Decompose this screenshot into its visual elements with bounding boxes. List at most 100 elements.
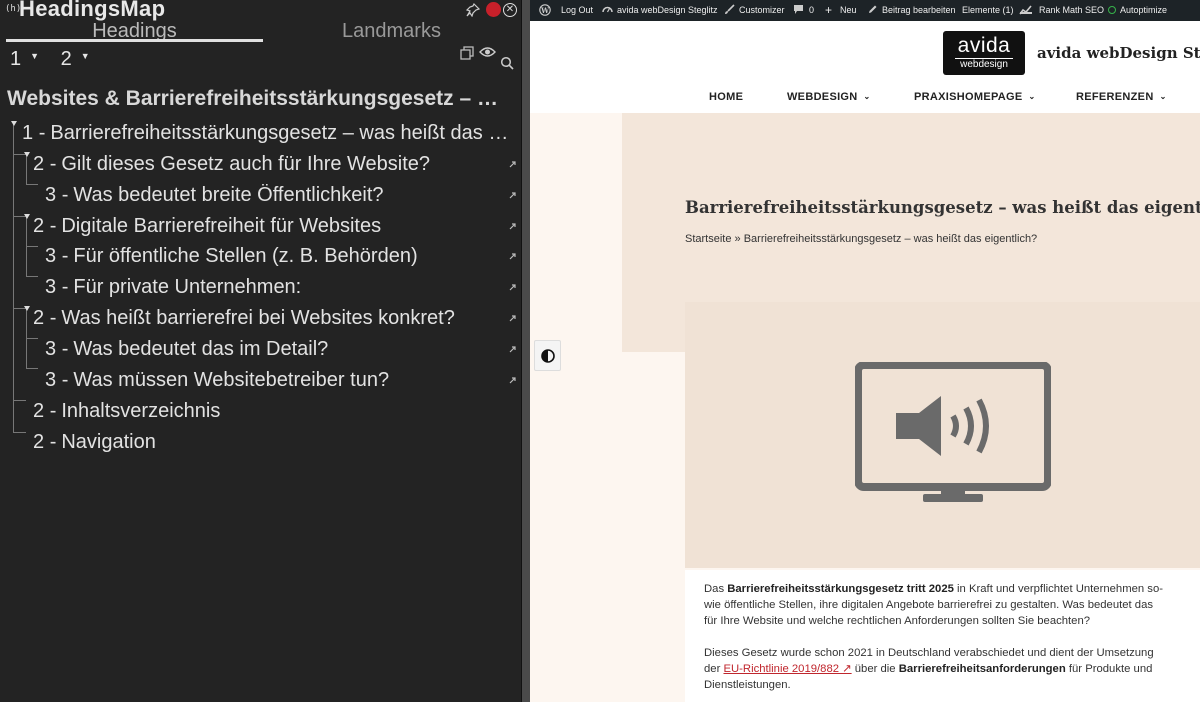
nav-item-webdesign[interactable]: WEBDESIGN ⌄	[787, 91, 871, 103]
article-title: Barrierefreiheitsstärkungsgesetz – was h…	[685, 198, 1200, 217]
caret-down-icon: ▼	[30, 51, 40, 61]
heading-text: Navigation	[61, 431, 156, 453]
heading-level: 2 -	[33, 400, 57, 422]
nav-item-referenzen[interactable]: REFERENZEN ⌄	[1076, 91, 1167, 103]
heading-level: 3 -	[45, 184, 69, 206]
heading-text: Inhaltsverzeichnis	[61, 400, 221, 422]
link-icon[interactable]	[508, 222, 517, 231]
level-button-label: 2	[60, 48, 72, 70]
heading-item[interactable]: 3 - Was müssen Websitebetreiber tun?	[0, 367, 521, 395]
site-header: avida webdesign avida webDesign Steglitz…	[530, 21, 1200, 113]
heading-item[interactable]: 3 - Für private Unternehmen:	[0, 274, 521, 302]
link-icon[interactable]	[508, 376, 517, 385]
heading-level: 3 -	[45, 276, 69, 298]
headingsmap-titlebar: (h) HeadingsMap ✕	[0, 0, 521, 21]
nav-item-home[interactable]: HOME	[709, 91, 743, 103]
link-icon[interactable]	[508, 314, 517, 323]
comment-icon	[794, 5, 803, 14]
nav-label: HOME	[709, 91, 744, 103]
heading-level: 1 -	[22, 122, 46, 144]
site-link[interactable]: avida webDesign Steglitz	[617, 5, 718, 15]
copy-icon[interactable]	[460, 46, 474, 60]
contrast-icon	[541, 349, 555, 363]
heading-level: 2 -	[33, 215, 57, 237]
headingsmap-title: HeadingsMap	[19, 0, 166, 21]
heading-item[interactable]: 3 - Was bedeutet das im Detail?	[0, 336, 521, 364]
second-paragraph: Dieses Gesetz wurde schon 2021 in Deutsc…	[704, 647, 1154, 691]
status-dot-icon	[1108, 6, 1116, 14]
speaker-monitor-icon	[855, 362, 1051, 502]
heading-item[interactable]: 2 - Inhaltsverzeichnis	[0, 398, 521, 426]
breadcrumb[interactable]: Startseite » Barrierefreiheitsstärkungsg…	[685, 233, 1037, 245]
link-icon[interactable]	[508, 160, 517, 169]
link-icon[interactable]	[508, 191, 517, 200]
svg-text:W: W	[540, 6, 549, 15]
new-link[interactable]: Neu	[840, 5, 857, 15]
level-selector: 1 ▼ 2 ▼	[10, 48, 106, 71]
nav-label: PRAXISHOMEPAGE	[914, 91, 1023, 103]
contrast-toggle-button[interactable]	[534, 340, 561, 371]
customizer-link[interactable]: Customizer	[739, 5, 785, 15]
wp-admin-bar: W Log Out avida webDesign Steglitz Custo…	[530, 0, 1200, 21]
plus-icon: +	[825, 3, 833, 17]
heading-item[interactable]: 3 - Was bedeutet breite Öffentlichkeit?	[0, 182, 521, 210]
heading-text: Was heißt barrierefrei bei Websites konk…	[61, 307, 455, 329]
wordpress-icon[interactable]: W	[539, 4, 551, 16]
heading-text: Was bedeutet das im Detail?	[73, 338, 329, 360]
heading-item[interactable]: 1 - Barrierefreiheitsstärkungsgesetz – wa…	[0, 120, 521, 148]
heading-item[interactable]: 2 - Digitale Barrierefreiheit für Website…	[0, 213, 521, 241]
heading-level: 3 -	[45, 245, 69, 267]
heading-level: 2 -	[33, 153, 57, 175]
heading-text: Was bedeutet breite Öffentlichkeit?	[73, 184, 384, 206]
nav-item-praxishomepage[interactable]: PRAXISHOMEPAGE ⌄	[914, 91, 1036, 103]
pin-icon[interactable]	[466, 3, 480, 17]
eu-directive-link[interactable]: EU-Richtlinie 2019/882 ↗	[723, 663, 851, 675]
rank-math-icon	[1019, 5, 1032, 15]
article-body: Das Barrierefreiheitsstärkungsgesetz tri…	[685, 570, 1200, 702]
intro-paragraph: Das Barrierefreiheitsstärkungsgesetz tri…	[704, 583, 1164, 627]
level-button-1[interactable]: 1 ▼	[10, 48, 47, 70]
tab-headings[interactable]: Headings	[6, 20, 263, 42]
link-icon[interactable]	[508, 252, 517, 261]
logout-link[interactable]: Log Out	[561, 5, 593, 15]
heading-item[interactable]: 2 - Gilt dieses Gesetz auch für Ihre Webs…	[0, 151, 521, 179]
logo-sub-text: webdesign	[955, 58, 1013, 70]
tab-landmarks[interactable]: Landmarks	[263, 20, 520, 42]
eye-icon[interactable]	[479, 46, 496, 58]
heading-item[interactable]: 3 - Für öffentliche Stellen (z. B. Behörd…	[0, 243, 521, 271]
headingsmap-toolbar	[460, 46, 520, 72]
nav-label: WEBDESIGN	[787, 91, 858, 103]
heading-text: Barrierefreiheitsstärkungsgesetz – was h…	[50, 122, 514, 144]
nav-label: REFERENZEN	[1076, 91, 1154, 103]
rank-math-link[interactable]: Rank Math SEO	[1039, 5, 1104, 15]
site-name[interactable]: avida webDesign Steglitz	[1037, 44, 1200, 62]
close-icon[interactable]: ✕	[503, 3, 517, 17]
record-icon[interactable]	[486, 2, 501, 17]
featured-image	[685, 302, 1200, 568]
search-icon[interactable]	[500, 56, 514, 70]
brush-icon	[725, 4, 735, 14]
site-logo[interactable]: avida webdesign	[943, 31, 1025, 75]
heading-item[interactable]: 2 - Navigation	[0, 429, 521, 457]
main-navigation: HOME WEBDESIGN ⌄ PRAXISHOMEPAGE ⌄ REFERENZ…	[530, 91, 1200, 107]
level-button-2[interactable]: 2 ▼	[61, 48, 98, 70]
comments-count[interactable]: 0	[809, 5, 814, 15]
heading-item[interactable]: 2 - Was heißt barrierefrei bei Websites k…	[0, 305, 521, 333]
heading-text: Für private Unternehmen:	[73, 276, 302, 298]
headingsmap-panel: (h) HeadingsMap ✕ Headings Landmarks 1 ▼ …	[0, 0, 522, 702]
elements-link[interactable]: Elemente (1)	[962, 5, 1014, 15]
chevron-down-icon: ⌄	[1028, 92, 1036, 101]
edit-post-link[interactable]: Beitrag bearbeiten	[882, 5, 956, 15]
link-icon[interactable]	[508, 283, 517, 292]
heading-level: 2 -	[33, 307, 57, 329]
link-icon[interactable]	[508, 345, 517, 354]
heading-text: Für öffentliche Stellen (z. B. Behörden)	[73, 245, 418, 267]
website-viewport: W Log Out avida webDesign Steglitz Custo…	[530, 0, 1200, 702]
headingsmap-tabs: Headings Landmarks	[0, 20, 521, 42]
caret-down-icon: ▼	[80, 51, 90, 61]
heading-level: 2 -	[33, 431, 57, 453]
heading-text: Digitale Barrierefreiheit für Websites	[61, 215, 382, 237]
panel-scrollbar[interactable]	[522, 0, 530, 702]
heading-text: Was müssen Websitebetreiber tun?	[73, 369, 390, 391]
autoptimize-link[interactable]: Autoptimize	[1120, 5, 1167, 15]
